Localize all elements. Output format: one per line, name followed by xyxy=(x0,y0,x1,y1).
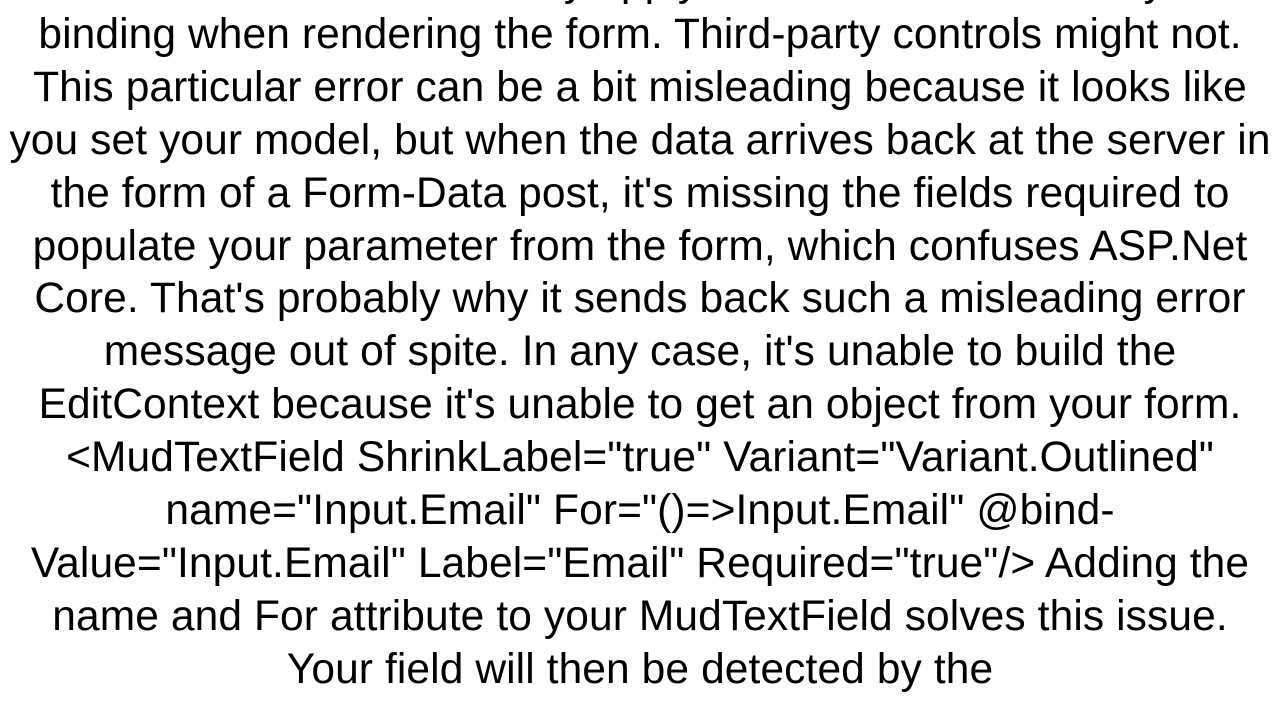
document-body: from Microsoft automatically apply this … xyxy=(0,0,1280,697)
code-snippet: <MudTextField ShrinkLabel="true" Variant… xyxy=(31,434,1214,587)
paragraph-text-1: from Microsoft automatically apply this … xyxy=(9,0,1270,428)
